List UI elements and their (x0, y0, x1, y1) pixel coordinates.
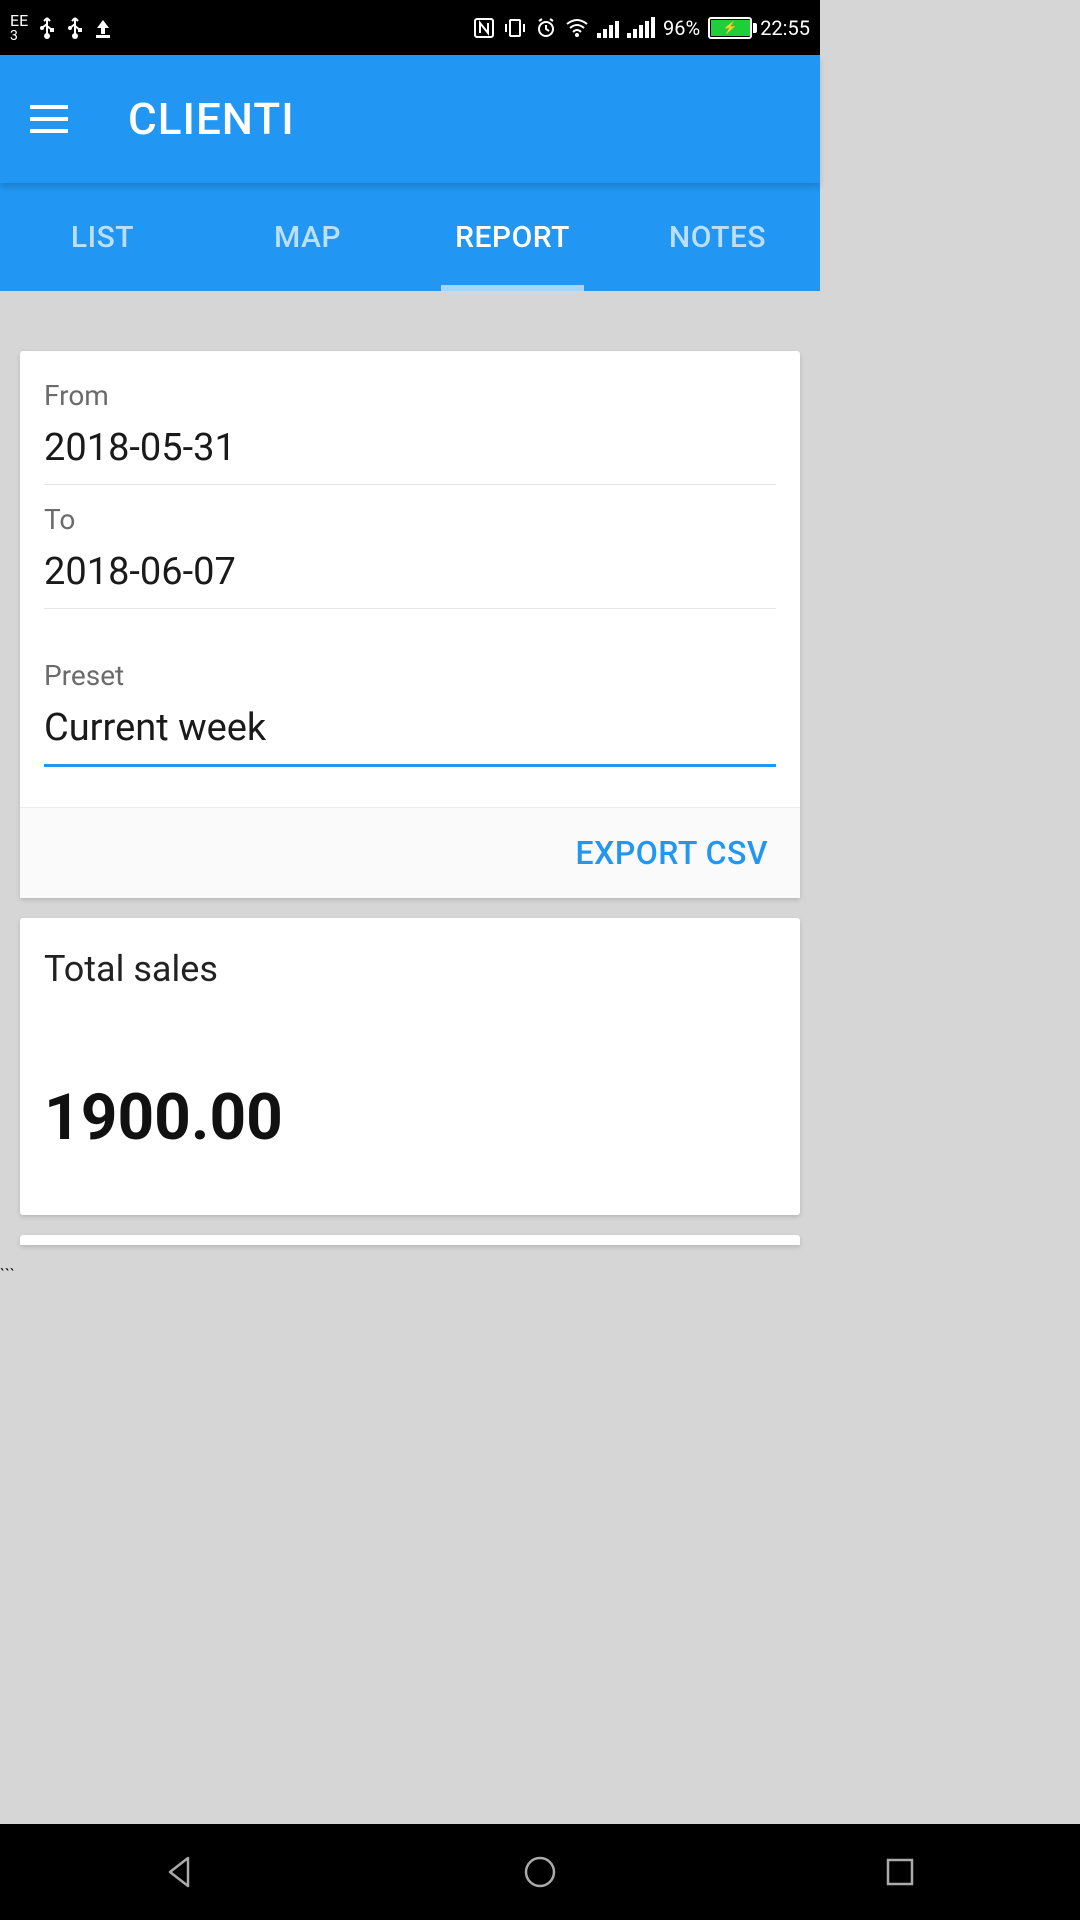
to-field[interactable]: To 2018-06-07 (44, 503, 776, 609)
back-button[interactable] (155, 1847, 205, 1897)
app-title: CLIENTI (128, 93, 295, 145)
total-sales-label: Total sales (44, 948, 776, 990)
from-field[interactable]: From 2018-05-31 (44, 379, 776, 485)
tab-bar: LIST MAP REPORT NOTES (0, 183, 820, 291)
next-card-peek (20, 1235, 800, 1245)
battery-percent: 96% (663, 16, 700, 40)
filter-card: From 2018-05-31 To 2018-06-07 Preset Cur… (20, 351, 800, 898)
vibrate-icon (503, 17, 527, 39)
menu-icon[interactable] (30, 105, 68, 133)
usb-icon (38, 16, 56, 40)
app-bar: CLIENTI (0, 55, 820, 183)
tab-report[interactable]: REPORT (410, 183, 615, 291)
carrier-sub: 3 (10, 29, 28, 43)
tab-list[interactable]: LIST (0, 183, 205, 291)
total-sales-value: 1900.00 (44, 1080, 776, 1155)
status-right: 96% ⚡ 22:55 (473, 16, 810, 40)
preset-value: Current week (44, 706, 776, 767)
home-button[interactable] (515, 1847, 565, 1897)
status-left: EE 3 (10, 13, 112, 43)
alarm-icon (535, 17, 557, 39)
carrier-name: EE (10, 11, 28, 30)
signal-icon (627, 18, 655, 38)
battery-icon: ⚡ (708, 17, 752, 39)
status-bar: EE 3 96% ⚡ 22:55 (0, 0, 820, 55)
tab-notes[interactable]: NOTES (615, 183, 820, 291)
to-value: 2018-06-07 (44, 550, 776, 609)
system-nav-bar (0, 1824, 1080, 1920)
recent-apps-button[interactable] (875, 1847, 925, 1897)
preset-field[interactable]: Preset Current week (44, 659, 776, 767)
signal-icon (597, 18, 619, 38)
upload-icon (94, 18, 112, 38)
card-actions: EXPORT CSV (20, 807, 800, 898)
total-sales-card: Total sales 1900.00 (20, 918, 800, 1215)
to-label: To (44, 503, 776, 536)
preset-label: Preset (44, 659, 776, 692)
wifi-icon (565, 18, 589, 38)
tab-map[interactable]: MAP (205, 183, 410, 291)
export-csv-button[interactable]: EXPORT CSV (576, 834, 768, 872)
carrier-label: EE 3 (10, 13, 28, 43)
content-area: From 2018-05-31 To 2018-06-07 Preset Cur… (0, 291, 820, 1265)
status-time: 22:55 (760, 16, 810, 40)
usb-icon (66, 16, 84, 40)
from-value: 2018-05-31 (44, 426, 776, 485)
from-label: From (44, 379, 776, 412)
nfc-icon (473, 17, 495, 39)
